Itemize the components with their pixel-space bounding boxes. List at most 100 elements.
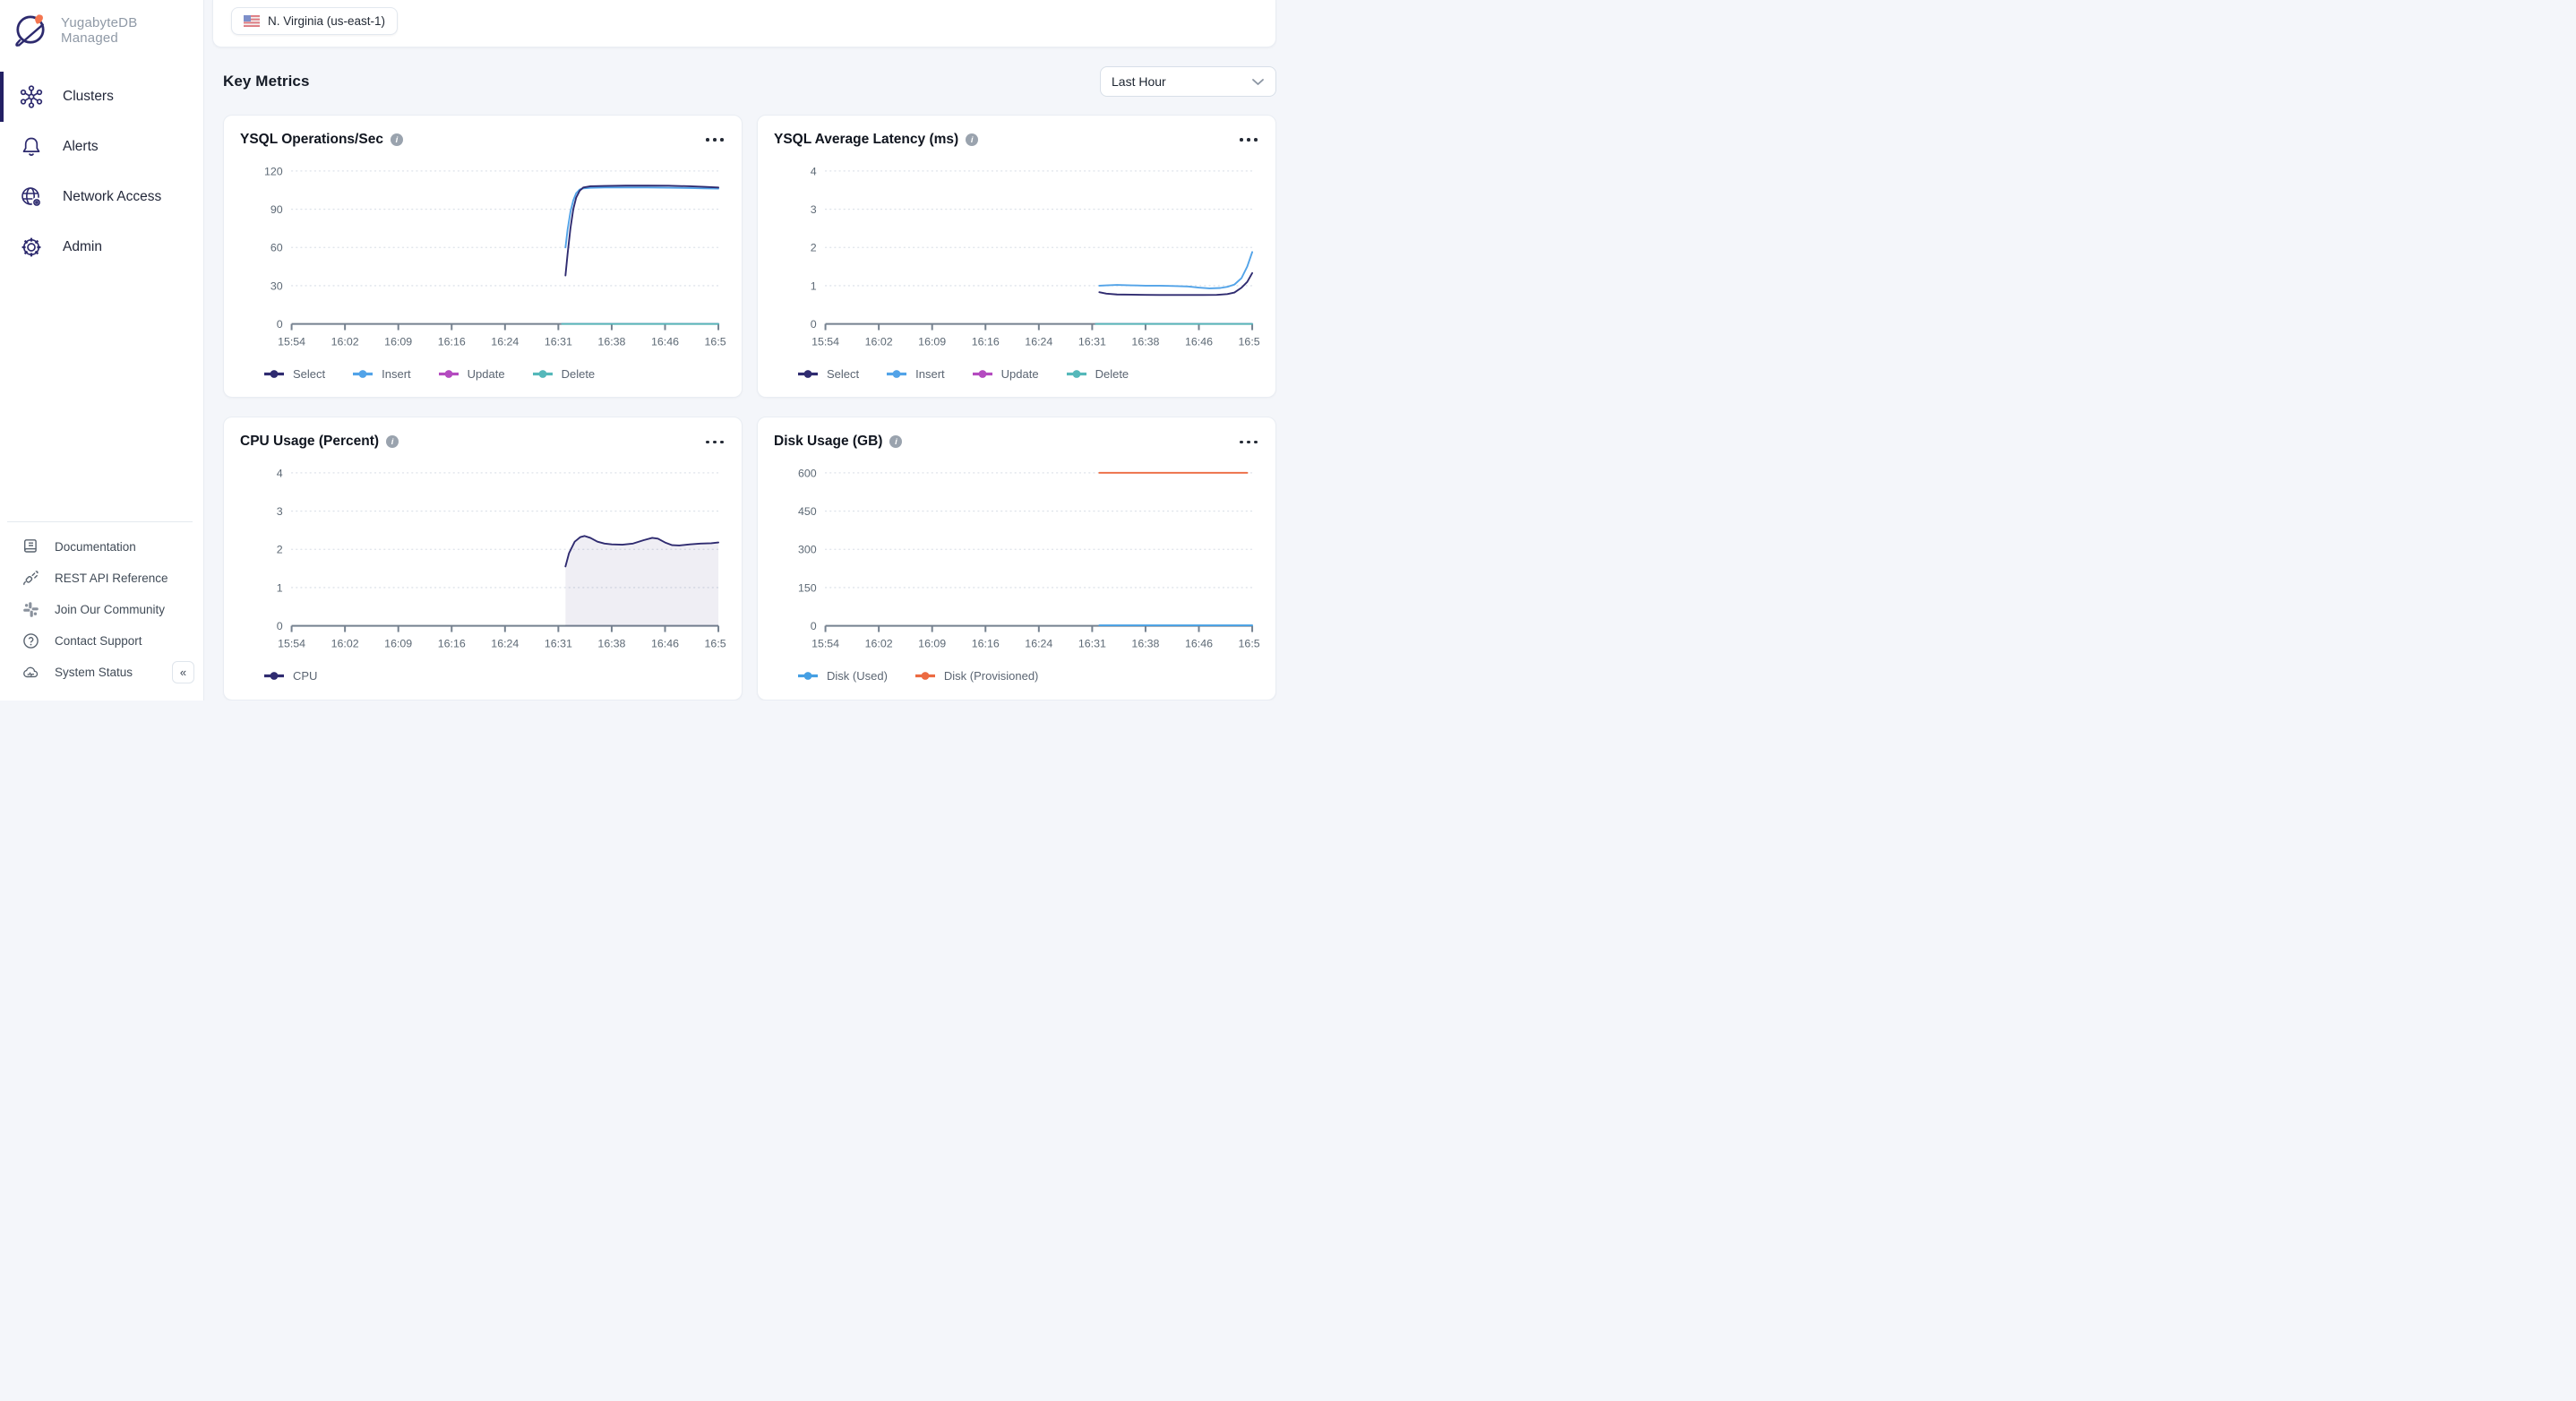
chart-legend: Disk (Used) Disk (Provisioned) [797, 666, 1259, 687]
legend-label: Disk (Used) [827, 669, 888, 683]
svg-text:3: 3 [277, 505, 283, 518]
legend-label: Disk (Provisioned) [944, 669, 1038, 683]
legend-marker-icon [797, 671, 819, 681]
legend-marker-icon [1066, 369, 1087, 379]
svg-text:16:16: 16:16 [438, 335, 466, 348]
legend-item: Select [263, 367, 325, 381]
legend-item: Update [438, 367, 505, 381]
sidebar-item-alerts[interactable]: Alerts [0, 122, 203, 172]
legend-label: Delete [1095, 367, 1129, 381]
legend-marker-icon [797, 369, 819, 379]
chart-title: YSQL Average Latency (ms) [774, 132, 958, 148]
chart-menu-button[interactable] [1238, 134, 1259, 145]
ysql-latency-chart: 0123415:5416:0216:0916:1616:2416:3116:38… [774, 155, 1259, 359]
region-chip[interactable]: N. Virginia (us-east-1) [231, 7, 398, 35]
svg-text:16:24: 16:24 [1025, 638, 1052, 650]
sidebar-item-admin[interactable]: Admin [0, 222, 203, 272]
sidebar-item-clusters[interactable]: Clusters [0, 72, 203, 122]
legend-marker-icon [352, 369, 374, 379]
globe-gear-icon [20, 185, 43, 209]
svg-text:2: 2 [277, 544, 283, 556]
legend-marker-icon [438, 369, 459, 379]
svg-text:16:46: 16:46 [651, 638, 679, 650]
sidebar-item-rest-api-reference[interactable]: REST API Reference [0, 563, 203, 594]
brand[interactable]: YugabyteDB Managed [0, 0, 203, 59]
svg-text:600: 600 [798, 468, 817, 480]
footer-item-label: System Status [55, 666, 133, 679]
svg-text:4: 4 [811, 165, 817, 177]
sidebar-item-label: Alerts [63, 139, 99, 155]
legend-marker-icon [886, 369, 907, 379]
svg-text:16:09: 16:09 [384, 335, 412, 348]
svg-text:4: 4 [277, 468, 283, 480]
legend-label: Select [293, 367, 325, 381]
app-window: YugabyteDB Managed Clusters Alerts [0, 0, 1288, 700]
svg-text:0: 0 [811, 318, 817, 331]
chart-menu-button[interactable] [1238, 437, 1259, 448]
legend-item: Select [797, 367, 859, 381]
time-range-value: Last Hour [1112, 74, 1166, 89]
legend-marker-icon [914, 671, 936, 681]
disk-usage-chart: 015030045060015:5416:0216:0916:1616:2416… [774, 457, 1259, 661]
legend-label: Delete [562, 367, 596, 381]
legend-item: Delete [532, 367, 596, 381]
legend-label: Select [827, 367, 859, 381]
region-chip-label: N. Virginia (us-east-1) [268, 14, 385, 28]
time-range-select[interactable]: Last Hour [1100, 66, 1276, 97]
legend-marker-icon [263, 369, 285, 379]
chart-title: CPU Usage (Percent) [240, 434, 379, 450]
footer-item-label: Contact Support [55, 634, 142, 648]
plug-icon [22, 570, 39, 587]
sidebar-item-label: Admin [63, 239, 102, 255]
sidebar-item-network-access[interactable]: Network Access [0, 172, 203, 222]
svg-text:16:24: 16:24 [1025, 335, 1052, 348]
brand-name: YugabyteDB Managed [61, 15, 191, 46]
chart-legend: Select Insert Update Delete [797, 363, 1259, 384]
svg-text:90: 90 [270, 203, 283, 216]
svg-text:16:16: 16:16 [438, 638, 466, 650]
sidebar-item-join-community[interactable]: Join Our Community [0, 594, 203, 625]
slack-icon [22, 601, 39, 618]
legend-marker-icon [532, 369, 554, 379]
svg-text:16:02: 16:02 [865, 638, 893, 650]
info-icon[interactable]: i [889, 435, 902, 448]
svg-text:0: 0 [811, 620, 817, 632]
legend-item: Insert [886, 367, 945, 381]
legend-item: Update [972, 367, 1039, 381]
sidebar-collapse-button[interactable]: « [172, 661, 194, 683]
chart-menu-button[interactable] [704, 134, 726, 145]
sidebar-item-documentation[interactable]: Documentation [0, 531, 203, 563]
svg-text:120: 120 [264, 165, 283, 177]
sidebar-footer: Documentation REST API Reference [0, 521, 203, 700]
info-icon[interactable]: i [391, 133, 403, 146]
cpu-usage-chart: 0123415:5416:0216:0916:1616:2416:3116:38… [240, 457, 726, 661]
svg-text:16:38: 16:38 [597, 335, 625, 348]
ysql-operations-chart: 030609012015:5416:0216:0916:1616:2416:31… [240, 155, 726, 359]
sidebar: YugabyteDB Managed Clusters Alerts [0, 0, 204, 700]
chart-title: Disk Usage (GB) [774, 434, 882, 450]
svg-text:0: 0 [277, 318, 283, 331]
svg-text:16:54: 16:54 [1239, 335, 1259, 348]
sidebar-divider [7, 521, 193, 522]
legend-label: Update [468, 367, 505, 381]
footer-item-label: Join Our Community [55, 603, 165, 616]
svg-text:16:02: 16:02 [331, 335, 359, 348]
svg-text:16:02: 16:02 [331, 638, 359, 650]
svg-text:450: 450 [798, 505, 817, 518]
svg-text:15:54: 15:54 [278, 335, 305, 348]
svg-text:16:16: 16:16 [972, 335, 1000, 348]
yugabyte-logo-icon [11, 11, 50, 50]
info-icon[interactable]: i [966, 133, 978, 146]
svg-text:16:02: 16:02 [865, 335, 893, 348]
chart-menu-button[interactable] [704, 437, 726, 448]
legend-marker-icon [263, 671, 285, 681]
svg-text:16:38: 16:38 [1131, 638, 1159, 650]
sidebar-item-contact-support[interactable]: Contact Support [0, 625, 203, 657]
page-head: Key Metrics Last Hour [223, 66, 1276, 97]
svg-text:30: 30 [270, 279, 283, 292]
svg-text:1: 1 [277, 582, 283, 595]
svg-text:15:54: 15:54 [278, 638, 305, 650]
book-icon [22, 538, 39, 555]
info-icon[interactable]: i [386, 435, 399, 448]
sidebar-item-system-status[interactable]: System Status « [0, 657, 203, 688]
